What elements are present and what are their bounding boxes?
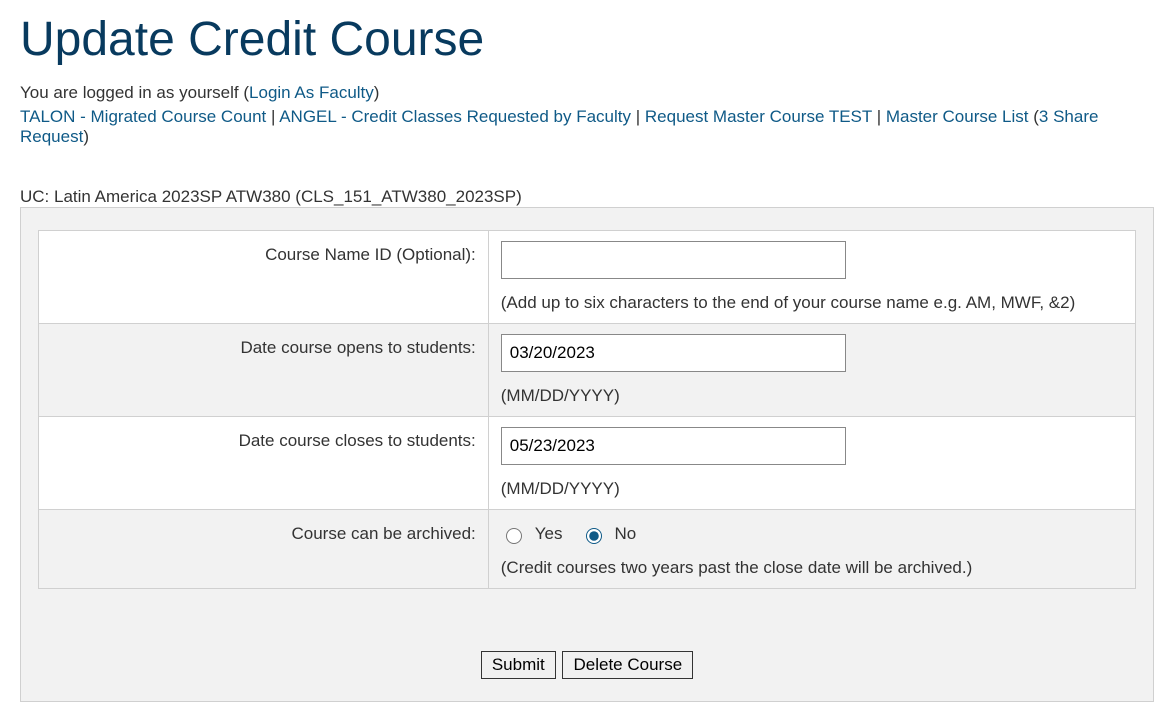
nav-line: TALON - Migrated Course Count | ANGEL - … (20, 107, 1154, 147)
label-archive: Course can be archived: (38, 510, 488, 589)
course-name-id-input[interactable] (501, 241, 846, 279)
row-date-open: Date course opens to students: (MM/DD/YY… (38, 324, 1135, 417)
archive-yes-radio[interactable] (506, 528, 522, 544)
date-close-input[interactable] (501, 427, 846, 465)
form-fieldset: Course Name ID (Optional): (Add up to si… (20, 207, 1154, 702)
label-date-close: Date course closes to students: (38, 417, 488, 510)
course-heading: UC: Latin America 2023SP ATW380 (CLS_151… (20, 187, 1154, 207)
row-archive: Course can be archived: Yes No (Credit c… (38, 510, 1135, 589)
nav-talon-link[interactable]: TALON - Migrated Course Count (20, 107, 266, 126)
hint-course-name-id: (Add up to six characters to the end of … (501, 293, 1123, 313)
button-row: Submit Delete Course (21, 629, 1153, 701)
label-course-name-id: Course Name ID (Optional): (38, 231, 488, 324)
share-close: ) (83, 127, 89, 146)
nav-sep: | (872, 107, 886, 126)
login-as-faculty-link[interactable]: Login As Faculty (249, 83, 374, 102)
archive-yes-label[interactable]: Yes (501, 524, 563, 544)
login-prefix: You are logged in as yourself ( (20, 83, 249, 102)
hint-archive: (Credit courses two years past the close… (501, 558, 1123, 578)
archive-yes-text: Yes (535, 524, 563, 544)
login-info-line: You are logged in as yourself (Login As … (20, 83, 1154, 103)
page-title: Update Credit Course (20, 12, 1154, 67)
submit-button[interactable]: Submit (481, 651, 556, 679)
hint-date-open: (MM/DD/YYYY) (501, 386, 1123, 406)
login-suffix: ) (374, 83, 380, 102)
nav-angel-link[interactable]: ANGEL - Credit Classes Requested by Facu… (279, 107, 631, 126)
archive-no-label[interactable]: No (581, 524, 637, 544)
archive-no-text: No (615, 524, 637, 544)
nav-request-master-link[interactable]: Request Master Course TEST (645, 107, 872, 126)
form-table: Course Name ID (Optional): (Add up to si… (38, 230, 1136, 589)
row-course-name-id: Course Name ID (Optional): (Add up to si… (38, 231, 1135, 324)
archive-no-radio[interactable] (586, 528, 602, 544)
nav-sep: | (266, 107, 279, 126)
nav-sep: | (631, 107, 645, 126)
date-open-input[interactable] (501, 334, 846, 372)
delete-course-button[interactable]: Delete Course (562, 651, 693, 679)
row-date-close: Date course closes to students: (MM/DD/Y… (38, 417, 1135, 510)
share-open: ( (1029, 107, 1039, 126)
nav-master-list-link[interactable]: Master Course List (886, 107, 1029, 126)
hint-date-close: (MM/DD/YYYY) (501, 479, 1123, 499)
label-date-open: Date course opens to students: (38, 324, 488, 417)
